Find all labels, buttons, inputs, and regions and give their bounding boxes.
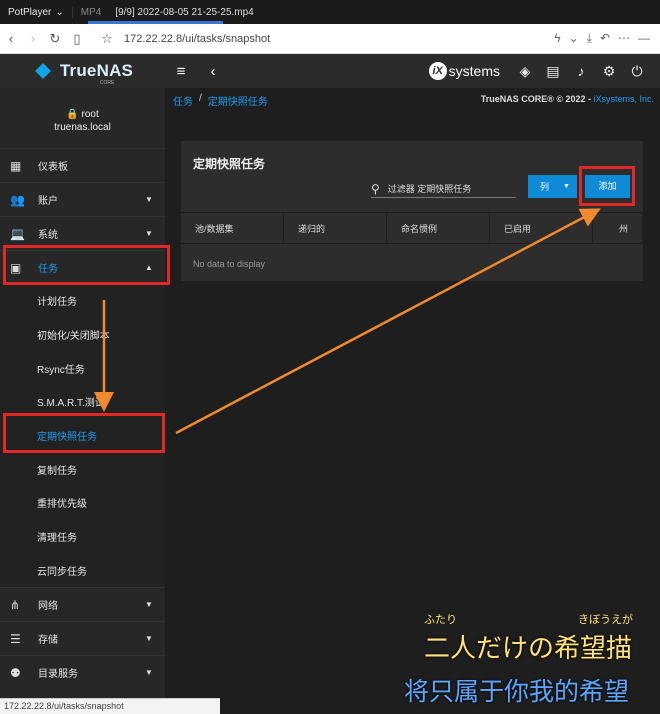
chevron-down-icon[interactable]: ⌄ [569, 31, 579, 46]
lock-icon: 🔒 [66, 109, 79, 120]
sidebar-item-network[interactable]: ⋔ 网络 ▼ [0, 587, 165, 621]
sidebar-item-dashboard[interactable]: ▦ 仪表板 [0, 148, 165, 182]
reload-icon[interactable]: ↻ [44, 31, 66, 47]
browser-actions: ϟ ⌄ ⤓ ↶ ⋯ — [554, 31, 660, 46]
breadcrumb-current[interactable]: 定期快照任务 [208, 93, 268, 108]
ix-badge: iX [428, 62, 447, 80]
sidebar-item-label: 目录服务 [38, 669, 78, 681]
copyright: TrueNAS CORE® © 2022 - iXsystems, Inc. [481, 94, 654, 104]
reader-icon[interactable]: ▯ [66, 31, 88, 47]
back-icon[interactable]: ‹ [0, 31, 22, 46]
address-bar[interactable]: 172.22.22.8/ui/tasks/snapshot [124, 33, 554, 45]
sidebar-item-label: 账户 [38, 196, 58, 207]
directory-icon: ⚉ [10, 665, 21, 680]
player-app-name: PotPlayer [8, 6, 52, 18]
caret-down-icon: ▼ [145, 229, 153, 238]
sidebar-subitem-rsync[interactable]: Rsync任务 [0, 351, 165, 386]
sidebar-item-storage[interactable]: ☰ 存储 ▼ [0, 621, 165, 655]
menu-icon[interactable]: ≡ [165, 63, 197, 80]
snapshot-tasks-card: 定期快照任务 ⚲ 过滤器 定期快照任务 列 ▼ 添加 池/数据集 递归的 命名惯… [181, 141, 643, 281]
column-header[interactable]: 池/数据集 [181, 212, 284, 244]
truecommand-icon[interactable]: ◈ [516, 63, 534, 80]
bell-icon[interactable]: ♪ [572, 63, 590, 80]
more-icon[interactable]: ⋯ [618, 31, 630, 46]
user-name: root [81, 109, 99, 120]
page-title: 定期快照任务 [193, 157, 266, 171]
highlight-add-button [579, 166, 635, 206]
sidebar-item-label: 存储 [38, 635, 58, 647]
column-header[interactable]: 州 [593, 212, 643, 244]
chevron-down-icon: ⌄ [55, 6, 64, 18]
breadcrumb-root[interactable]: 任务 [173, 93, 193, 108]
sidebar-subitem-resilver[interactable]: 重排优先级 [0, 486, 165, 520]
column-header[interactable]: 递归的 [284, 212, 387, 244]
browser-toolbar: ‹ › ↻ ▯ ☆ 172.22.22.8/ui/tasks/snapshot … [0, 24, 660, 54]
sidebar: 🔒 root truenas.local ▦ 仪表板 👥 账户 ▼ 💻 系统 ▼… [0, 88, 165, 714]
sidebar-subitem-replication[interactable]: 复制任务 [0, 452, 165, 487]
filter-input[interactable]: ⚲ 过滤器 定期快照任务 [371, 180, 516, 198]
minimize-icon[interactable]: — [638, 31, 650, 46]
caret-down-icon: ▼ [145, 600, 153, 610]
chevron-left-icon[interactable]: ‹ [197, 63, 229, 80]
caret-down-icon: ▼ [563, 183, 570, 190]
star-icon[interactable]: ☆ [96, 31, 118, 47]
sidebar-subitem-scrub[interactable]: 清理任务 [0, 519, 165, 554]
caret-down-icon: ▼ [145, 634, 153, 644]
download-icon[interactable]: ⤓ [587, 31, 592, 46]
extension-icon[interactable]: ϟ [554, 31, 560, 46]
subtitle-ruby-right: きぼうえが [578, 613, 633, 626]
player-app-menu[interactable]: PotPlayer ⌄ [0, 7, 72, 18]
subtitle-japanese: 二人だけの希望描 [424, 634, 633, 664]
people-icon: 👥 [10, 192, 25, 207]
sidebar-item-accounts[interactable]: 👥 账户 ▼ [0, 182, 165, 216]
gear-icon[interactable]: ⚙ [600, 63, 618, 80]
highlight-tasks [3, 245, 170, 285]
brand-name: TrueNAS [59, 61, 134, 80]
columns-label: 列 [540, 182, 550, 192]
caret-down-icon: ▼ [145, 668, 153, 678]
search-icon: ⚲ [371, 181, 380, 196]
sidebar-item-directory[interactable]: ⚉ 目录服务 ▼ [0, 655, 165, 689]
highlight-snapshot-item [3, 413, 165, 453]
clipboard-icon[interactable]: ▤ [544, 63, 562, 80]
column-header[interactable]: 已启用 [490, 212, 593, 244]
laptop-icon: 💻 [10, 226, 25, 241]
sidebar-subitem-cloud-sync[interactable]: 云同步任务 [0, 553, 165, 588]
breadcrumb-separator: / [199, 93, 202, 104]
host-name: truenas.local [54, 122, 111, 133]
dashboard-icon: ▦ [10, 158, 22, 173]
columns-button[interactable]: 列 ▼ [528, 175, 577, 198]
network-icon: ⋔ [10, 597, 21, 612]
empty-message: No data to display [193, 259, 266, 269]
sidebar-item-label: 网络 [38, 601, 58, 613]
forward-icon[interactable]: › [22, 31, 44, 46]
sidebar-subitem-init-shutdown[interactable]: 初始化/关闭脚本 [0, 317, 165, 352]
ixsystems-logo[interactable]: iX systems [428, 62, 500, 80]
table-header: 池/数据集 递归的 命名惯例 已启用 州 [181, 212, 643, 244]
undo-icon[interactable]: ↶ [600, 31, 610, 46]
link-status-bar: 172.22.22.8/ui/tasks/snapshot [0, 698, 220, 714]
caret-down-icon: ▼ [145, 195, 153, 204]
truenas-mark-icon [32, 63, 54, 79]
storage-icon: ☰ [10, 631, 21, 646]
copyright-company[interactable]: iXsystems, Inc. [593, 94, 654, 104]
header-actions: ◈ ▤ ♪ ⚙ ⏻ [516, 63, 660, 80]
user-block: 🔒 root truenas.local [0, 88, 165, 148]
power-icon[interactable]: ⏻ [628, 63, 646, 80]
copyright-prefix: TrueNAS CORE® © 2022 - [480, 94, 594, 104]
brand-sub: CORE [99, 80, 115, 86]
truenas-logo[interactable]: TrueNAS CORE [0, 61, 165, 86]
breadcrumb: 任务 / 定期快照任务 [173, 93, 268, 108]
player-format: MP4 [71, 6, 110, 18]
subtitle-ruby-left: ふたり [424, 613, 457, 626]
player-file-title: [9/9] 2022-08-05 21-25-25.mp4 [115, 6, 254, 18]
subtitle-chinese: 将只属于你我的希望 [404, 677, 630, 706]
filter-placeholder: 过滤器 定期快照任务 [387, 184, 472, 194]
sidebar-item-label: 仪表板 [38, 162, 68, 173]
app-header: TrueNAS CORE ≡ ‹ iX systems ◈ ▤ ♪ ⚙ ⏻ [0, 54, 660, 88]
ix-word: systems [448, 63, 500, 79]
column-header[interactable]: 命名惯例 [387, 212, 490, 244]
sidebar-item-label: 系统 [38, 230, 58, 241]
sidebar-subitem-cron[interactable]: 计划任务 [0, 284, 165, 318]
